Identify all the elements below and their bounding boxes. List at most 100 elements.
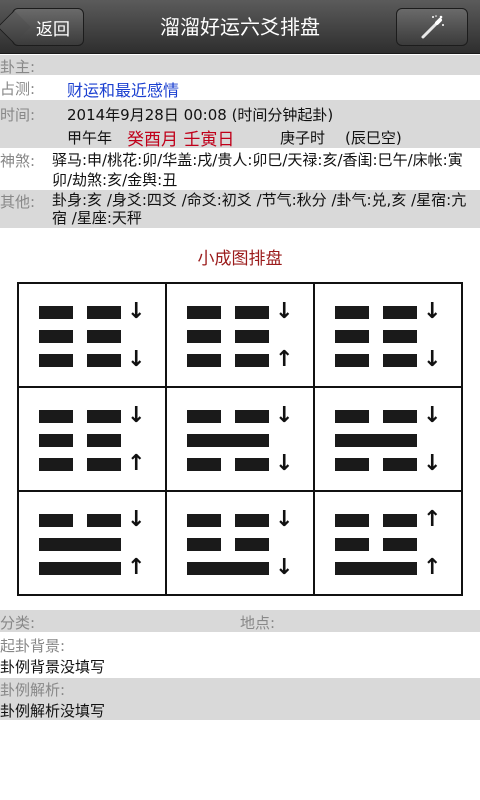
grid-cell: ↓ ↑ bbox=[166, 283, 314, 387]
arrow-down-icon: ↓ bbox=[423, 347, 442, 372]
yin-bar bbox=[335, 330, 369, 343]
time-label: 时间: bbox=[0, 106, 36, 124]
yin-bar bbox=[87, 306, 121, 319]
yin-bar bbox=[383, 410, 417, 423]
grid-cell: ↓ ↓ bbox=[314, 387, 462, 491]
grid-cell: ↓ ↑ bbox=[18, 491, 166, 595]
yin-bar bbox=[39, 330, 73, 343]
hexagram-line bbox=[39, 434, 135, 448]
hexagram-line: ↓ bbox=[335, 348, 441, 372]
arrow-down-icon: ↓ bbox=[275, 555, 294, 580]
arrow-up-icon: ↑ bbox=[127, 555, 146, 580]
hexagram-grid: ↓ ↓ ↓ ↑ ↓ ↓ ↓ ↑ ↓ ↓ ↓ ↓ ↓ ↑ ↓ ↓ ↑ ↑ bbox=[17, 282, 463, 596]
yin-bar bbox=[87, 514, 121, 527]
yang-bar bbox=[187, 562, 269, 575]
magic-wand-button[interactable] bbox=[396, 8, 468, 46]
chart-title: 小成图排盘 bbox=[197, 249, 283, 269]
yin-bar bbox=[187, 458, 221, 471]
hexagram-line: ↓ bbox=[187, 300, 293, 324]
yin-bar bbox=[39, 434, 73, 447]
arrow-down-icon: ↓ bbox=[275, 507, 294, 532]
arrow-down-icon: ↓ bbox=[275, 403, 294, 428]
yin-bar bbox=[335, 410, 369, 423]
yang-bar bbox=[187, 434, 269, 447]
hexagram-line: ↑ bbox=[187, 348, 293, 372]
yin-bar bbox=[235, 354, 269, 367]
grid-cell: ↓ ↓ bbox=[18, 283, 166, 387]
yin-bar bbox=[187, 330, 221, 343]
arrow-down-icon: ↓ bbox=[127, 507, 146, 532]
gua-zhu-label: 卦主: bbox=[0, 58, 36, 76]
yin-bar bbox=[39, 514, 73, 527]
yin-bar bbox=[335, 514, 369, 527]
analysis-value: 卦例解析没填写 bbox=[0, 702, 106, 720]
category-row: 分类: 地点: bbox=[0, 610, 480, 632]
hexagram-line bbox=[39, 538, 135, 552]
page-title: 溜溜好运六爻排盘 bbox=[160, 15, 320, 39]
hexagram-line: ↓ bbox=[187, 404, 293, 428]
arrow-down-icon: ↓ bbox=[127, 347, 146, 372]
hexagram-line bbox=[39, 330, 135, 344]
yang-bar bbox=[39, 562, 121, 575]
arrow-down-icon: ↓ bbox=[127, 403, 146, 428]
shensha-label: 神煞: bbox=[0, 152, 36, 170]
yin-bar bbox=[335, 458, 369, 471]
hexagram-line: ↓ bbox=[39, 348, 145, 372]
yin-bar bbox=[87, 458, 121, 471]
other-value: 卦身:亥 /身爻:四爻 /命爻:初爻 /节气:秋分 /卦气:兑,亥 /星宿:亢宿… bbox=[52, 191, 467, 227]
back-button-label: 返回 bbox=[36, 19, 70, 40]
other-row: 其他: 卦身:亥 /身爻:四爻 /命爻:初爻 /节气:秋分 /卦气:兑,亥 /星… bbox=[0, 190, 480, 228]
yin-bar bbox=[235, 330, 269, 343]
category-label: 分类: bbox=[0, 614, 36, 632]
yin-bar bbox=[235, 538, 269, 551]
analysis-value-row: 卦例解析没填写 bbox=[0, 698, 480, 720]
ganzhi-hour: 庚子时 bbox=[280, 129, 326, 147]
yin-bar bbox=[383, 354, 417, 367]
hexagram-line bbox=[187, 538, 283, 552]
yin-bar bbox=[187, 514, 221, 527]
yin-bar bbox=[235, 306, 269, 319]
yang-bar bbox=[335, 562, 417, 575]
arrow-up-icon: ↑ bbox=[127, 451, 146, 476]
yin-bar bbox=[39, 410, 73, 423]
zhan-ce-label: 占测: bbox=[0, 80, 36, 98]
background-value: 卦例背景没填写 bbox=[0, 658, 106, 676]
yin-bar bbox=[39, 458, 73, 471]
time-row: 时间: 2014年9月28日 00:08 (时间分钟起卦) 甲午年 癸酉月 壬寅… bbox=[0, 100, 480, 150]
ganzhi-year: 甲午年 bbox=[67, 129, 113, 147]
yin-bar bbox=[87, 434, 121, 447]
arrow-down-icon: ↓ bbox=[275, 451, 294, 476]
hexagram-line bbox=[187, 330, 283, 344]
kong-value: (辰巳空) bbox=[345, 129, 402, 147]
hexagram-line: ↑ bbox=[335, 508, 441, 532]
grid-cell: ↑ ↑ bbox=[314, 491, 462, 595]
analysis-label: 卦例解析: bbox=[0, 681, 66, 699]
yin-bar bbox=[187, 354, 221, 367]
magic-wand-icon bbox=[421, 15, 444, 39]
ganzhi-month-day: 癸酉月 壬寅日 bbox=[127, 130, 235, 150]
yin-bar bbox=[383, 306, 417, 319]
hexagram-line: ↑ bbox=[335, 556, 441, 580]
yin-bar bbox=[335, 538, 369, 551]
hexagram-line: ↓ bbox=[39, 508, 145, 532]
arrow-down-icon: ↓ bbox=[423, 451, 442, 476]
hexagram-line bbox=[187, 434, 283, 448]
yin-bar bbox=[87, 410, 121, 423]
yin-bar bbox=[383, 514, 417, 527]
yin-bar bbox=[187, 538, 221, 551]
arrow-down-icon: ↓ bbox=[423, 403, 442, 428]
hexagram-line bbox=[335, 330, 431, 344]
hexagram-line: ↓ bbox=[39, 404, 145, 428]
analysis-label-row: 卦例解析: bbox=[0, 678, 480, 699]
yin-bar bbox=[383, 538, 417, 551]
hexagram-line: ↓ bbox=[187, 556, 293, 580]
shensha-row: 神煞: 驿马:申/桃花:卯/华盖:戌/贵人:卯巳/天禄:亥/香闺:巳午/床帐:寅… bbox=[0, 148, 480, 192]
hexagram-line: ↓ bbox=[335, 300, 441, 324]
background-label: 起卦背景: bbox=[0, 637, 66, 655]
zhan-ce-row: 占测: 财运和最近感情 bbox=[0, 76, 480, 100]
yin-bar bbox=[235, 410, 269, 423]
back-chevron-icon bbox=[0, 10, 31, 44]
arrow-up-icon: ↑ bbox=[423, 555, 442, 580]
arrow-down-icon: ↓ bbox=[275, 299, 294, 324]
back-button[interactable]: 返回 bbox=[0, 8, 84, 46]
